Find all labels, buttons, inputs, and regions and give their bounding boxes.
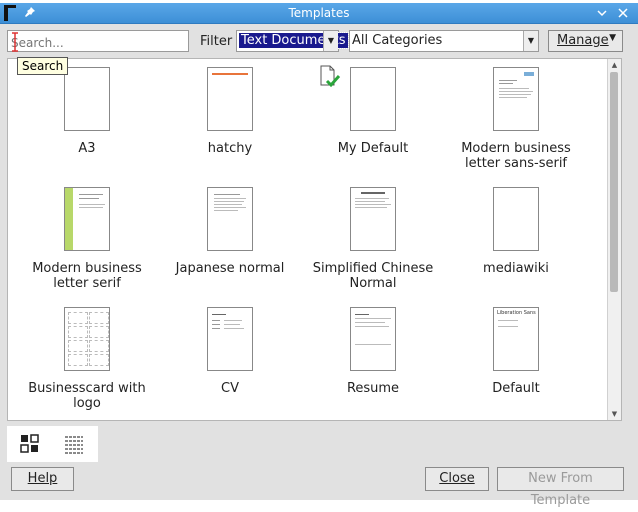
- template-thumbnail: [207, 187, 253, 251]
- text-cursor-icon: [12, 32, 18, 52]
- template-label: Default: [492, 381, 540, 396]
- template-label: Simplified Chinese Normal: [312, 261, 434, 291]
- close-button[interactable]: Close: [425, 467, 489, 491]
- template-tile[interactable]: hatchy: [160, 59, 300, 179]
- scroll-down-icon[interactable]: ▼: [608, 408, 621, 420]
- chevron-down-icon[interactable]: ▼: [523, 31, 538, 51]
- help-button[interactable]: Help: [11, 467, 74, 491]
- vertical-scrollbar[interactable]: ▲ ▼: [607, 59, 621, 420]
- template-thumbnail: [64, 307, 110, 371]
- template-tile[interactable]: Simplified Chinese Normal: [303, 179, 443, 299]
- default-template-check-icon: [320, 65, 341, 88]
- default-preview-text: Liberation Sans: [497, 310, 536, 316]
- template-label: My Default: [337, 141, 409, 156]
- template-thumbnail: [350, 67, 396, 131]
- thumbnail-view-icon[interactable]: [20, 434, 40, 454]
- template-label: CV: [221, 381, 239, 396]
- window-title: Templates: [288, 6, 350, 20]
- template-thumbnail: Liberation Sans: [493, 307, 539, 371]
- template-thumbnail: [64, 187, 110, 251]
- list-view-icon[interactable]: [64, 434, 84, 454]
- template-thumbnail: [64, 67, 110, 131]
- template-label: Modern business letter serif: [32, 261, 142, 291]
- template-thumbnail: [493, 67, 539, 131]
- template-tile[interactable]: A3: [17, 59, 157, 179]
- category-dropdown[interactable]: All Categories ▼: [349, 30, 539, 52]
- template-thumbnail: [350, 307, 396, 371]
- template-label: hatchy: [207, 141, 253, 156]
- close-window-icon[interactable]: [617, 7, 629, 19]
- manage-button[interactable]: Manage ▼: [548, 30, 623, 52]
- template-label: A3: [78, 141, 96, 156]
- filter-dropdown[interactable]: Text Documents ▼: [236, 30, 349, 52]
- search-tooltip: Search: [17, 57, 69, 75]
- window-titlebar[interactable]: Templates: [0, 3, 638, 24]
- search-input[interactable]: [7, 30, 189, 52]
- filter-label: Filter: [200, 34, 233, 49]
- help-label: Help: [27, 471, 58, 486]
- template-tile[interactable]: CV: [160, 299, 300, 419]
- template-thumbnail: [350, 187, 396, 251]
- template-label: mediawiki: [483, 261, 549, 276]
- template-label: Modern business letter sans-serif: [461, 141, 571, 171]
- template-tile[interactable]: Modern business letter sans-serif: [446, 59, 586, 179]
- category-value: All Categories: [352, 33, 443, 48]
- template-tile[interactable]: Liberation Sans Default: [446, 299, 586, 419]
- manage-label: Manage: [557, 33, 609, 48]
- template-tile[interactable]: Businesscard with logo: [17, 299, 157, 419]
- chevron-down-icon: ▼: [609, 33, 616, 43]
- scroll-thumb[interactable]: [610, 72, 618, 292]
- scroll-up-icon[interactable]: ▲: [608, 59, 621, 71]
- template-tile[interactable]: My Default: [303, 59, 443, 179]
- template-thumbnail: [493, 187, 539, 251]
- template-thumbnail: [207, 67, 253, 131]
- new-from-template-button[interactable]: New From Template: [497, 467, 624, 508]
- template-thumbnail: [207, 307, 253, 371]
- template-label: Resume: [346, 381, 400, 396]
- template-label: Japanese normal: [175, 261, 285, 276]
- view-mode-bar: [7, 426, 98, 462]
- template-label: Businesscard with logo: [28, 381, 146, 411]
- template-tile[interactable]: mediawiki: [446, 179, 586, 299]
- template-tile[interactable]: Resume: [303, 299, 443, 419]
- minimize-icon[interactable]: [596, 7, 608, 19]
- template-tile[interactable]: Japanese normal: [160, 179, 300, 299]
- template-view[interactable]: A3 hatchy My Default Modern business let…: [7, 58, 622, 421]
- new-from-template-label: New From Template: [528, 471, 593, 508]
- template-tile[interactable]: Modern business letter serif: [17, 179, 157, 299]
- templates-dialog: Filter Text Documents ▼ All Categories ▼…: [0, 24, 638, 508]
- close-label: Close: [439, 471, 475, 486]
- chevron-down-icon[interactable]: ▼: [323, 31, 338, 51]
